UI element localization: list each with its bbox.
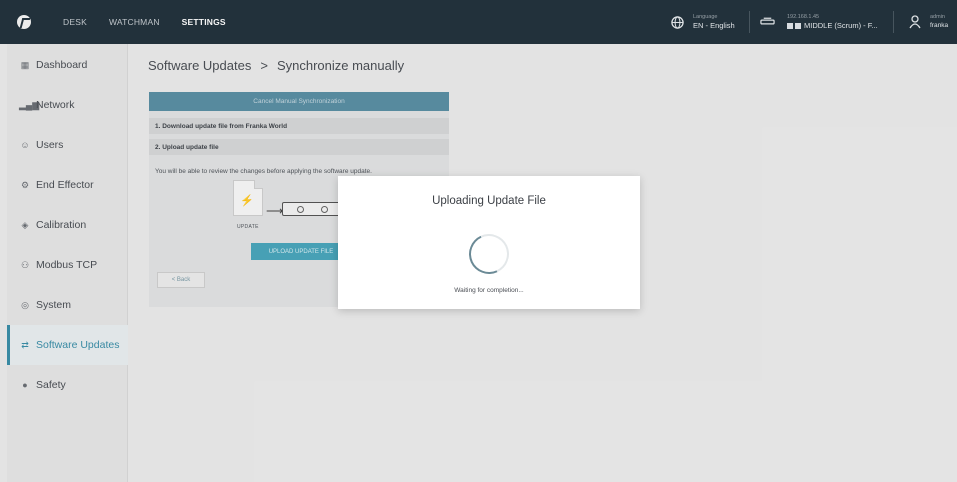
- dialog-status: Waiting for completion...: [454, 287, 524, 294]
- loading-spinner-icon: [463, 228, 515, 280]
- uploading-dialog: Uploading Update File Waiting for comple…: [338, 176, 640, 309]
- dialog-title: Uploading Update File: [432, 195, 546, 207]
